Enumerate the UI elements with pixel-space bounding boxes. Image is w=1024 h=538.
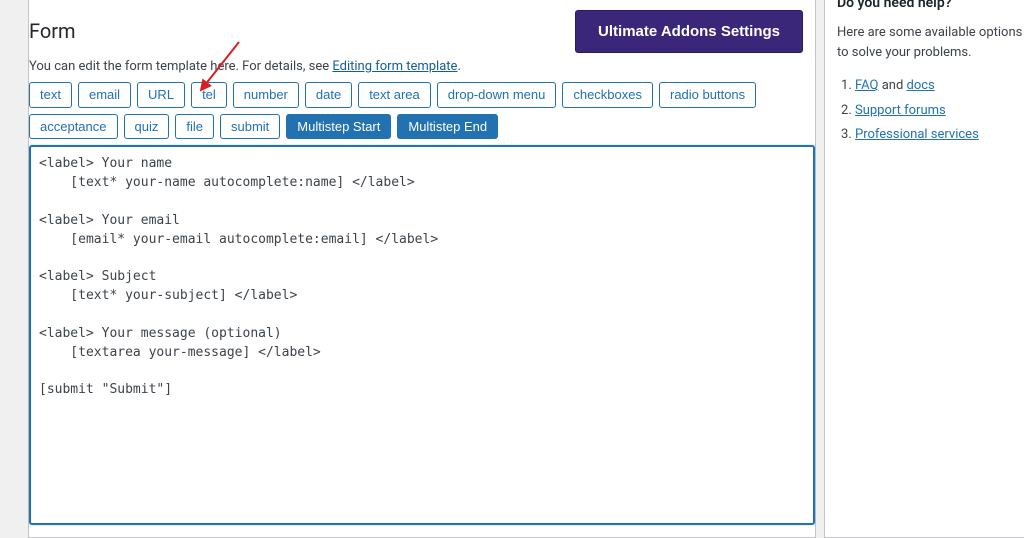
form-editor-panel: Form Ultimate Addons Settings You can ed… — [28, 0, 816, 538]
tag-button-file[interactable]: file — [175, 114, 214, 140]
tag-button-date[interactable]: date — [305, 82, 352, 108]
tag-buttons-row: textemailURLtelnumberdatetext areadrop-d… — [29, 82, 815, 139]
form-section-title: Form — [29, 17, 76, 47]
tag-button-number[interactable]: number — [233, 82, 299, 108]
tag-button-radio-buttons[interactable]: radio buttons — [659, 82, 756, 108]
tag-button-text-area[interactable]: text area — [358, 82, 431, 108]
form-description: You can edit the form template here. For… — [29, 59, 815, 74]
tag-button-submit[interactable]: submit — [220, 114, 280, 140]
editing-form-template-link[interactable]: Editing form template — [332, 59, 457, 74]
form-template-textarea[interactable] — [29, 145, 815, 525]
tag-button-email[interactable]: email — [78, 82, 131, 108]
tag-button-multistep-start[interactable]: Multistep Start — [286, 114, 391, 140]
help-text: Here are some available options to solve… — [837, 23, 1024, 62]
tag-button-text[interactable]: text — [29, 82, 72, 108]
tag-button-quiz[interactable]: quiz — [124, 114, 170, 140]
faq-link[interactable]: FAQ — [855, 78, 878, 93]
tag-button-acceptance[interactable]: acceptance — [29, 114, 118, 140]
ultimate-addons-settings-button[interactable]: Ultimate Addons Settings — [575, 10, 803, 53]
help-item-3: Professional services — [855, 123, 1024, 148]
help-sidebar: Do you need help? Here are some availabl… — [824, 0, 1024, 538]
docs-link[interactable]: docs — [907, 78, 935, 93]
professional-services-link[interactable]: Professional services — [855, 127, 979, 142]
tag-button-url[interactable]: URL — [137, 82, 185, 108]
tag-button-multistep-end[interactable]: Multistep End — [397, 114, 498, 140]
form-description-text: You can edit the form template here. For… — [29, 59, 332, 74]
tag-button-checkboxes[interactable]: checkboxes — [562, 82, 653, 108]
help-title: Do you need help? — [837, 0, 1024, 11]
tag-button-tel[interactable]: tel — [191, 82, 227, 108]
tag-button-drop-down-menu[interactable]: drop-down menu — [437, 82, 557, 108]
help-item-1: FAQ and docs — [855, 74, 1024, 99]
help-item-2: Support forums — [855, 99, 1024, 124]
help-links-list: FAQ and docs Support forums Professional… — [837, 74, 1024, 148]
support-forums-link[interactable]: Support forums — [855, 103, 946, 118]
